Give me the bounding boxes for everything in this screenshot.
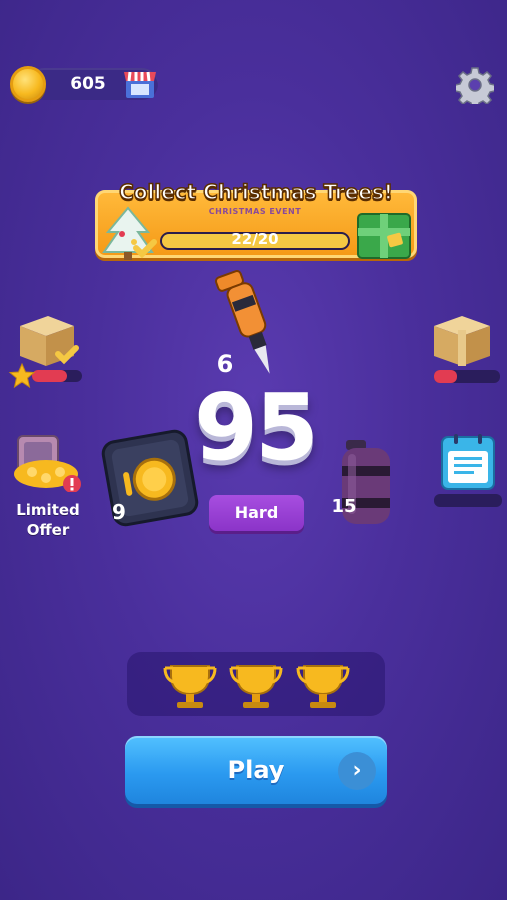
safe-reward-level: 9 xyxy=(112,500,126,524)
box-left-progress-fill xyxy=(32,370,67,382)
reward-box-left-icon[interactable] xyxy=(12,312,82,368)
limited-offer-label[interactable]: Limited Offer xyxy=(6,500,90,540)
box-right-progress-fill xyxy=(434,370,458,383)
trophy-icon xyxy=(163,665,217,708)
calendar-progress xyxy=(434,494,502,507)
star-icon xyxy=(8,362,36,389)
event-subtitle: CHRISTMAS EVENT xyxy=(208,207,302,216)
difficulty-badge: Hard xyxy=(209,495,304,531)
calendar-icon[interactable] xyxy=(440,433,496,491)
gear-icon[interactable] xyxy=(456,66,494,104)
barrel-reward-level: 15 xyxy=(331,496,357,517)
shop-icon[interactable] xyxy=(122,66,158,102)
coin-icon xyxy=(10,66,46,102)
coin-count: 605 xyxy=(70,74,106,94)
event-progress-text: 22/20 xyxy=(231,230,279,248)
trophy-icon xyxy=(296,665,350,708)
chevron-right-icon[interactable]: › xyxy=(338,752,376,790)
treasure-chest-icon[interactable] xyxy=(12,432,84,492)
christmas-tree-icon xyxy=(102,206,157,260)
reward-box-right-icon[interactable] xyxy=(428,312,498,368)
gift-icon xyxy=(357,213,411,259)
trophy-icon xyxy=(229,665,283,708)
